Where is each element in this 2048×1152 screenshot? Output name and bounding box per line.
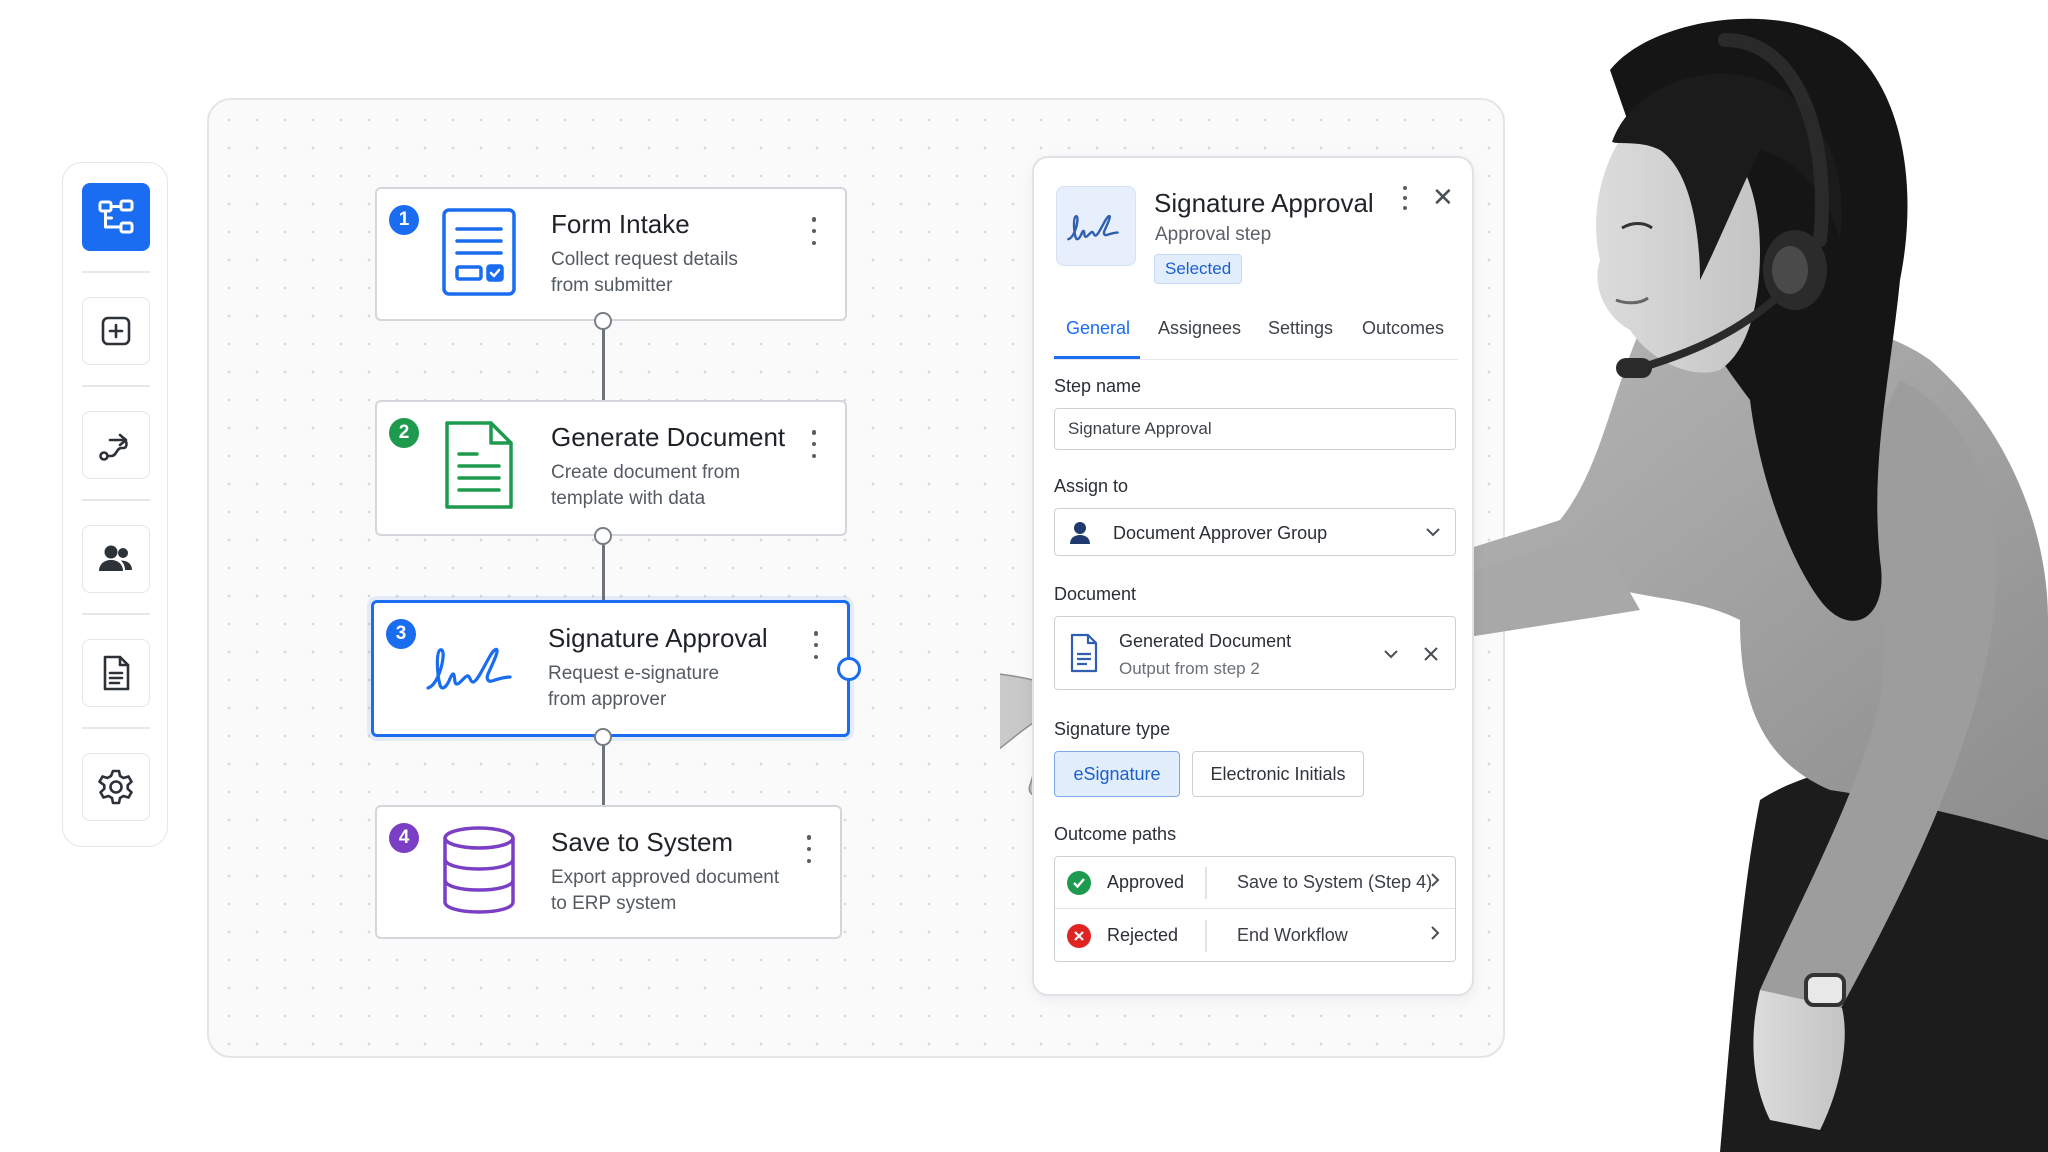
signature-icon <box>424 621 524 711</box>
step-name-label: Step name <box>1054 376 1142 396</box>
panel-title: Signature Approval <box>1154 188 1374 218</box>
step-description-line: Create document from <box>551 462 741 483</box>
esignature-option[interactable]: eSignature <box>1054 751 1180 797</box>
step-description-line: template with data <box>551 488 706 509</box>
database-icon <box>437 825 521 915</box>
assign-to-value: Document Approver Group <box>1113 523 1328 543</box>
close-icon[interactable]: ✕ <box>1432 184 1454 210</box>
active-tab-indicator <box>1054 356 1140 359</box>
step-description-line: from approver <box>548 689 667 710</box>
step-name-value: Signature Approval <box>1068 419 1212 438</box>
x-circle-icon <box>1067 924 1091 948</box>
properties-panel: Signature Approval Approval step Selecte… <box>1032 156 1474 996</box>
step-description-line: to ERP system <box>551 893 677 914</box>
signature-icon <box>1056 186 1136 266</box>
users-icon[interactable] <box>82 525 150 593</box>
clear-icon[interactable] <box>1423 646 1439 662</box>
document-icon <box>437 420 521 510</box>
chevron-right-icon <box>1431 926 1440 940</box>
step-description-line: Export approved document <box>551 867 780 888</box>
step-description: Export approved document to ERP system <box>551 865 811 917</box>
tab-outcomes[interactable]: Outcomes <box>1362 318 1444 339</box>
more-options-icon[interactable] <box>809 430 819 458</box>
more-options-icon[interactable] <box>809 217 819 245</box>
flow-step-save-to-system[interactable]: 4 Save to System Export approved documen… <box>375 805 842 939</box>
panel-subtitle: Approval step <box>1155 224 1272 245</box>
outcome-paths-label: Outcome paths <box>1054 824 1177 844</box>
flow-step-generate-document[interactable]: 2 Generate Document Create document from… <box>375 400 847 536</box>
connection-port-active[interactable] <box>837 657 861 681</box>
outcome-label: Approved <box>1107 872 1185 892</box>
electronic-initials-option[interactable]: Electronic Initials <box>1192 751 1364 797</box>
assign-to-select[interactable]: Document Approver Group <box>1054 508 1456 556</box>
outcome-row-approved[interactable]: Approved Save to System (Step 4) <box>1055 857 1455 909</box>
step-title: Form Intake <box>551 209 690 239</box>
outcome-label: Rejected <box>1107 925 1179 945</box>
step-title: Generate Document <box>551 422 786 452</box>
chevron-right-icon <box>1431 873 1440 887</box>
user-icon <box>1070 522 1090 544</box>
outcome-target: End Workflow <box>1237 925 1348 945</box>
outcome-paths-list: Approved Save to System (Step 4) Rejecte… <box>1054 856 1456 962</box>
signature-type-label: Signature type <box>1054 719 1171 739</box>
assign-to-label: Assign to <box>1054 476 1129 496</box>
more-options-icon[interactable] <box>1400 186 1410 210</box>
connection-port[interactable] <box>594 312 612 330</box>
document-label: Document <box>1054 584 1137 604</box>
connector <box>602 737 605 805</box>
step-description: Collect request details from submitter <box>551 247 811 299</box>
chevron-down-icon <box>1426 528 1440 537</box>
document-name: Generated Document <box>1119 631 1292 651</box>
document-icon[interactable] <box>82 639 150 707</box>
outcome-row-rejected[interactable]: Rejected End Workflow <box>1055 910 1455 962</box>
step-name-field[interactable]: Signature Approval <box>1054 408 1456 450</box>
flow-step-signature-approval[interactable]: 3 Signature Approval Request e-signature… <box>371 600 850 737</box>
document-select[interactable]: Generated Document Output from step 2 <box>1054 616 1456 690</box>
step-description: Create document from template with data <box>551 460 811 512</box>
chevron-down-icon[interactable] <box>1383 648 1399 660</box>
tab-settings[interactable]: Settings <box>1268 318 1333 339</box>
step-number-badge: 4 <box>389 823 419 853</box>
step-description-line: from submitter <box>551 275 673 296</box>
outcome-target: Save to System (Step 4) <box>1237 872 1433 892</box>
settings-gear-icon[interactable] <box>82 753 150 821</box>
step-description-line: Request e-signature <box>548 663 720 684</box>
document-icon <box>1070 633 1098 673</box>
workflow-icon[interactable] <box>82 183 150 251</box>
panel-tabs: General Assignees Settings Outcomes <box>1054 310 1458 360</box>
connection-port[interactable] <box>594 527 612 545</box>
step-description: Request e-signature from approver <box>548 661 808 713</box>
check-circle-icon <box>1067 871 1091 895</box>
form-icon <box>437 207 521 297</box>
status-badge: Selected <box>1154 254 1243 284</box>
more-options-icon[interactable] <box>804 835 814 863</box>
route-icon[interactable] <box>82 411 150 479</box>
step-number-badge: 1 <box>389 205 419 235</box>
tab-assignees[interactable]: Assignees <box>1158 318 1241 339</box>
document-source: Output from step 2 <box>1119 659 1260 678</box>
step-title: Save to System <box>551 827 734 857</box>
step-number-badge: 2 <box>389 418 419 448</box>
step-number-badge: 3 <box>386 619 416 649</box>
connector <box>602 320 605 400</box>
step-title: Signature Approval <box>548 623 768 653</box>
left-toolbar <box>62 162 168 847</box>
more-options-icon[interactable] <box>811 631 821 659</box>
add-step-icon[interactable] <box>82 297 150 365</box>
flow-step-form-intake[interactable]: 1 Form Intake Collect request details fr… <box>375 187 847 321</box>
connection-port[interactable] <box>594 728 612 746</box>
step-description-line: Collect request details <box>551 249 738 270</box>
tab-general[interactable]: General <box>1066 318 1130 339</box>
